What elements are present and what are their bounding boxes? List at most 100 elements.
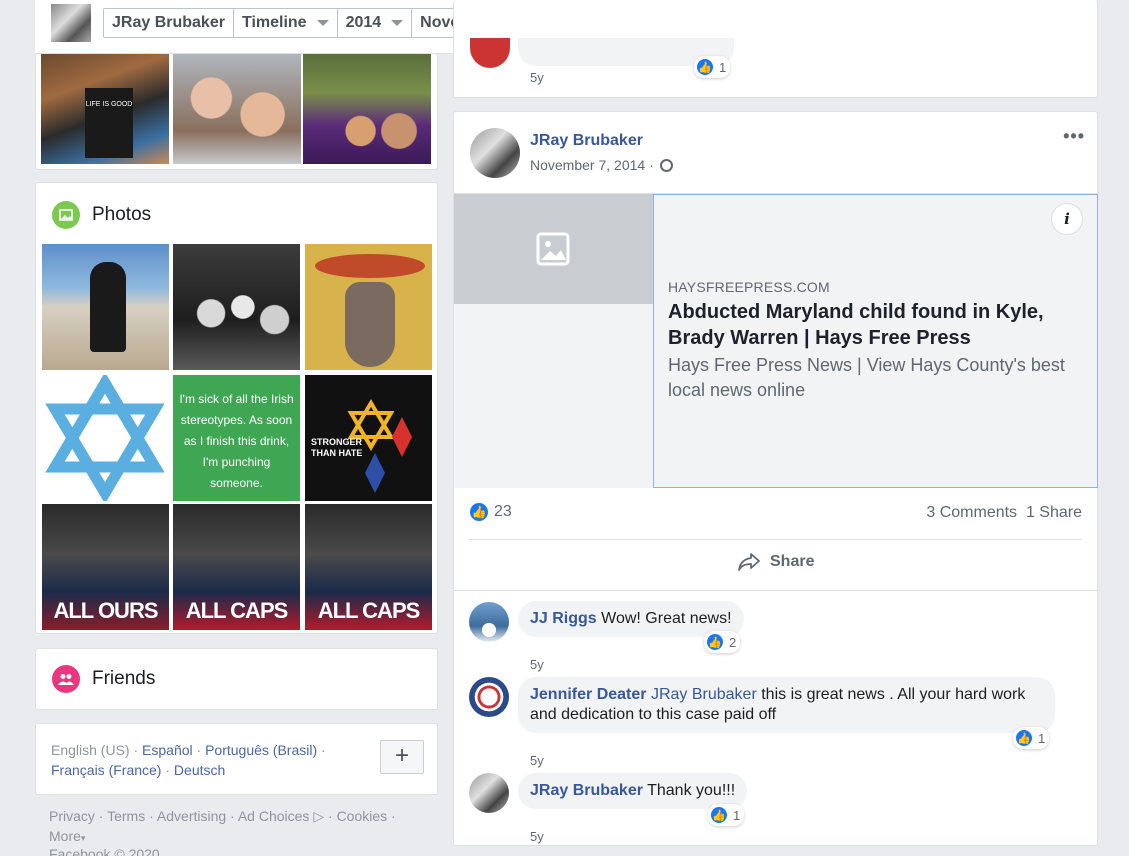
reaction-count: 1: [719, 59, 727, 75]
comment-bubble: JRay Brubaker Thank you!!!: [518, 773, 748, 809]
photo-donkey-sombrero[interactable]: [305, 244, 432, 370]
link-preview[interactable]: i HAYSFREEPRESS.COM Abducted Maryland ch…: [454, 193, 1099, 488]
photo-hockey-all-caps-2[interactable]: ALL CAPS: [305, 504, 432, 630]
link-title[interactable]: Abducted Maryland child found in Kyle, B…: [668, 299, 1078, 351]
language-list: English (US) · Español · Português (Bras…: [51, 742, 326, 778]
photo-beach[interactable]: [42, 244, 169, 370]
globe-icon[interactable]: [659, 158, 673, 172]
crumb-label: 2014: [345, 14, 382, 31]
comment-reaction[interactable]: 👍 1: [1013, 727, 1050, 749]
comment-age[interactable]: 5y: [530, 657, 544, 672]
post-author[interactable]: JRay Brubaker: [530, 132, 643, 150]
comment-reaction[interactable]: 👍 1: [694, 56, 731, 78]
post-stats: 3 Comments 1 Share: [926, 504, 1082, 522]
tile-caption: STRONGER THAN HATE: [311, 437, 363, 458]
commenter-avatar[interactable]: [469, 677, 509, 717]
shirt-text: LIFE IS GOOD: [85, 101, 133, 108]
photos-header[interactable]: Photos: [52, 201, 151, 229]
shares-count[interactable]: 1 Share: [1026, 504, 1082, 521]
featured-photo-stadium[interactable]: [303, 54, 431, 164]
info-icon[interactable]: i: [1051, 203, 1083, 235]
caret-down-icon: [316, 20, 329, 26]
footer-link-ad-choices[interactable]: Ad Choices: [238, 808, 310, 824]
comment-age[interactable]: 5y: [530, 70, 544, 85]
language-link-fr[interactable]: Français (France): [51, 762, 161, 778]
language-link-pt[interactable]: Português (Brasil): [205, 742, 317, 758]
friends-card: Friends: [35, 648, 438, 710]
comment-text: Wow! Great news!: [601, 610, 732, 627]
caret-down-icon: ▾: [80, 833, 86, 843]
comment-bubble: Jennifer Deater JRay Brubaker this is gr…: [518, 677, 1055, 733]
commenter-name[interactable]: JRay Brubaker: [530, 782, 643, 799]
language-link-es[interactable]: Español: [142, 742, 193, 758]
featured-photo-selfie[interactable]: [173, 54, 301, 164]
tile-caption: ALL CAPS: [317, 598, 421, 623]
timeline-post: JRay Brubaker November 7, 2014 · ••• i H…: [453, 111, 1099, 846]
author-avatar[interactable]: [470, 128, 520, 178]
link-thumbnail-fill: [454, 304, 653, 488]
crumb-year[interactable]: 2014: [337, 9, 413, 37]
share-label: Share: [770, 553, 815, 570]
photo-hockey-all-ours[interactable]: ALL OURS: [42, 504, 169, 630]
language-link-de[interactable]: Deutsch: [174, 762, 225, 778]
profile-avatar[interactable]: [51, 4, 91, 42]
share-arrow-icon: [738, 553, 760, 571]
friends-title: Friends: [92, 668, 156, 689]
ad-choices-icon: ▷: [313, 808, 325, 824]
footer-link-privacy[interactable]: Privacy: [49, 808, 95, 824]
crumb-profile-name[interactable]: JRay Brubaker: [104, 9, 234, 37]
post-reactions[interactable]: 👍 23: [468, 501, 512, 523]
comment-reaction[interactable]: 👍 2: [704, 631, 741, 653]
reaction-count: 1: [733, 807, 741, 823]
previous-post-tail: 👍 1 5y: [453, 0, 1098, 98]
like-icon: 👍: [695, 57, 715, 77]
post-date[interactable]: November 7, 2014: [530, 157, 645, 173]
add-language-button[interactable]: +: [380, 740, 424, 774]
footer-link-terms[interactable]: Terms: [107, 808, 145, 824]
commenter-name[interactable]: Jennifer Deater: [530, 686, 647, 703]
commenter-avatar[interactable]: [469, 602, 509, 642]
footer-link-advertising[interactable]: Advertising: [157, 808, 226, 824]
link-description: Hays Free Press News | View Hays County'…: [668, 355, 1065, 400]
friends-icon: [52, 665, 80, 693]
language-card: English (US) · Español · Português (Bras…: [35, 723, 438, 795]
comment-age[interactable]: 5y: [530, 829, 544, 844]
crumb-timeline[interactable]: Timeline: [233, 9, 338, 37]
photo-hockey-all-caps-1[interactable]: ALL CAPS: [173, 504, 300, 630]
reaction-count: 2: [729, 634, 737, 650]
comment-reaction[interactable]: 👍 1: [708, 804, 745, 826]
footer-links: Privacy · Terms · Advertising · Ad Choic…: [49, 808, 396, 844]
photos-card: Photos I'm sick of all the Irish stereot…: [35, 182, 438, 634]
photo-star-of-david[interactable]: [42, 375, 169, 501]
footer-more-link[interactable]: More: [49, 828, 81, 844]
star-of-david-icon: [45, 375, 165, 501]
photo-icon: [52, 201, 80, 229]
reaction-count: 23: [494, 503, 512, 520]
featured-photo-shirt[interactable]: LIFE IS GOOD: [41, 54, 169, 164]
like-icon: 👍: [1014, 728, 1034, 748]
mention-link[interactable]: JRay Brubaker: [651, 686, 757, 703]
commenter-name[interactable]: JJ Riggs: [530, 610, 597, 627]
tile-caption: ALL CAPS: [185, 598, 289, 623]
comments-count[interactable]: 3 Comments: [926, 504, 1017, 521]
photo-irish-quote[interactable]: I'm sick of all the Irish stereotypes. A…: [173, 375, 300, 501]
footer-link-cookies[interactable]: Cookies: [337, 808, 388, 824]
tile-caption: ALL OURS: [53, 598, 158, 623]
share-button[interactable]: Share: [738, 553, 814, 571]
more-options-icon[interactable]: •••: [1063, 126, 1085, 147]
tile-caption: I'm sick of all the Irish stereotypes. A…: [179, 392, 294, 490]
photo-stronger-than-hate[interactable]: STRONGER THAN HATE: [305, 375, 432, 501]
commenter-avatar[interactable]: [469, 773, 509, 813]
photo-group-bw[interactable]: [173, 244, 300, 370]
like-icon: 👍: [709, 805, 729, 825]
reaction-count: 1: [1038, 730, 1046, 746]
comment-text: Thank you!!!: [647, 782, 736, 799]
link-thumbnail: [454, 194, 653, 304]
friends-header[interactable]: Friends: [52, 665, 155, 693]
commenter-avatar[interactable]: [470, 38, 510, 68]
like-icon: 👍: [468, 501, 490, 523]
comments-section: JJ Riggs Wow! Great news! 👍 2 5y Jennifer…: [454, 590, 1097, 846]
divider: [469, 539, 1082, 540]
comment-age[interactable]: 5y: [530, 753, 544, 768]
link-body: i HAYSFREEPRESS.COM Abducted Maryland ch…: [653, 194, 1098, 488]
